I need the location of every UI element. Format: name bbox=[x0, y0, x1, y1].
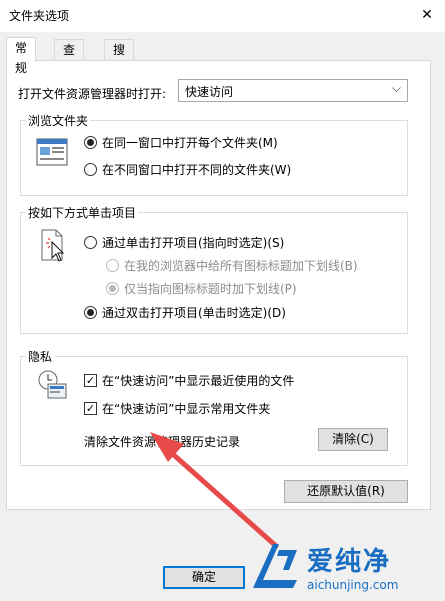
watermark: 爱纯净 aichunjing.com bbox=[249, 535, 439, 597]
watermark-logo-icon bbox=[253, 544, 297, 588]
watermark-url: aichunjing.com bbox=[307, 577, 399, 592]
tab-general[interactable]: 常规 bbox=[6, 37, 37, 75]
watermark-name: 爱纯净 bbox=[307, 546, 392, 577]
annotation-arrow-icon bbox=[150, 432, 279, 549]
